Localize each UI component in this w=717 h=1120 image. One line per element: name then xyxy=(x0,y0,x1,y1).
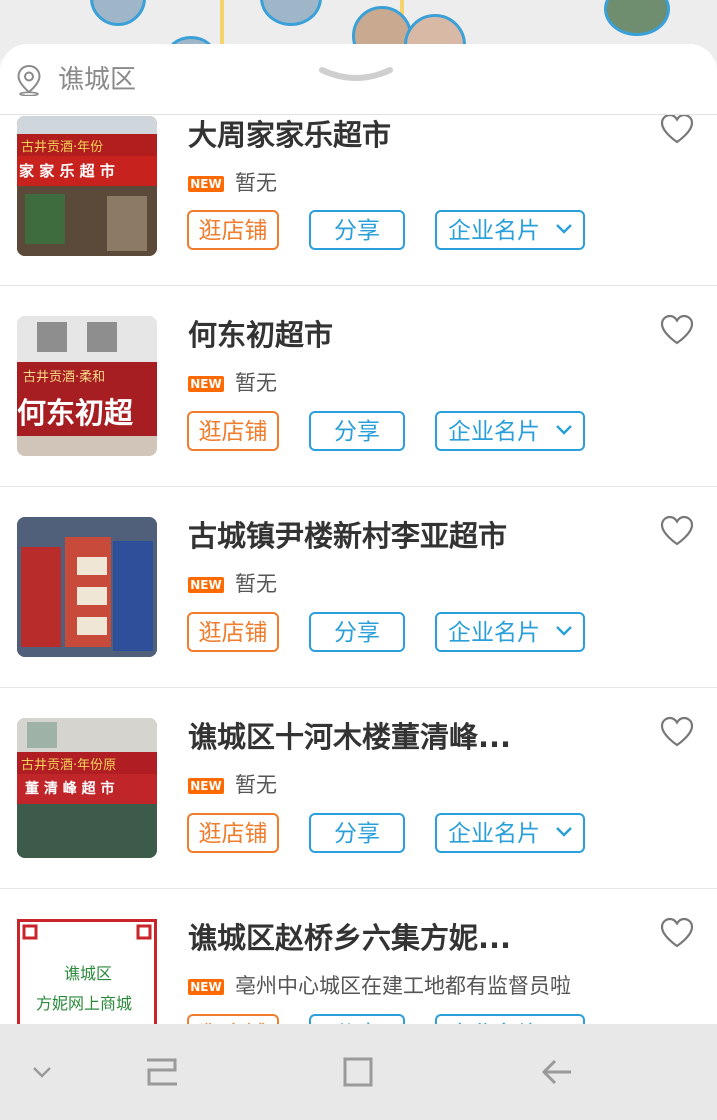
visit-shop-button[interactable]: 逛店铺 xyxy=(187,210,279,250)
store-list-sheet: 谯城区 古井贡酒·年份 家 家 乐 超 市 大周家家乐超市 NEW 暂无 逛店铺… xyxy=(0,44,717,1024)
visit-shop-label: 逛店铺 xyxy=(198,218,268,244)
chevron-down-icon xyxy=(556,827,572,837)
new-badge: NEW xyxy=(188,176,224,192)
chevron-down-icon xyxy=(556,425,572,435)
business-card-button[interactable]: 企业名片 xyxy=(435,411,585,451)
heart-outline-icon[interactable] xyxy=(659,917,695,949)
thumb-sign-top: 方妮网上商城 xyxy=(36,994,133,1013)
thumb-sign: 家 家 乐 超 市 xyxy=(19,162,115,180)
store-thumbnail: 古井贡酒·年份 家 家 乐 超 市 xyxy=(17,116,157,256)
visit-shop-button[interactable]: 逛店铺 xyxy=(187,813,279,853)
store-thumbnail xyxy=(17,517,157,657)
new-badge: NEW xyxy=(188,577,224,593)
thumb-sign-top: 古井贡酒·年份原 xyxy=(21,758,117,773)
business-card-label: 企业名片 xyxy=(448,821,540,847)
map-marker[interactable] xyxy=(604,0,670,36)
list-item[interactable]: 谯城区 方妮网上商城 谯城区赵桥乡六集方妮... NEW 亳州中心城区在建工地都… xyxy=(0,889,717,1024)
store-desc: 暂无 xyxy=(235,371,277,395)
business-card-button[interactable]: 企业名片 xyxy=(435,612,585,652)
business-card-label: 企业名片 xyxy=(448,218,540,244)
store-name[interactable]: 大周家家乐超市 xyxy=(188,117,391,153)
thumb-sign-top: 古井贡酒·年份 xyxy=(21,140,104,155)
thumb-sign: 何东初超 xyxy=(17,396,134,430)
map-marker[interactable] xyxy=(90,0,146,26)
share-label: 分享 xyxy=(334,218,380,244)
share-button[interactable]: 分享 xyxy=(309,612,405,652)
store-desc: 亳州中心城区在建工地都有监督员啦 xyxy=(235,974,571,998)
share-button[interactable]: 分享 xyxy=(309,210,405,250)
thumb-sign-top: 古井贡酒·柔和 xyxy=(23,370,106,385)
thumb-sign: 董 清 峰 超 市 xyxy=(25,781,115,797)
store-thumbnail: 古井贡酒·柔和 何东初超 xyxy=(17,316,157,456)
store-name[interactable]: 何东初超市 xyxy=(188,317,333,353)
store-name[interactable]: 谯城区十河木楼董清峰... xyxy=(188,719,511,755)
visit-shop-button[interactable]: 逛店铺 xyxy=(187,612,279,652)
share-label: 分享 xyxy=(334,620,380,646)
heart-outline-icon[interactable] xyxy=(659,113,695,145)
system-nav-bar xyxy=(0,1024,717,1120)
business-card-label: 企业名片 xyxy=(448,620,540,646)
share-button[interactable]: 分享 xyxy=(309,813,405,853)
list-item[interactable]: 古井贡酒·年份 家 家 乐 超 市 大周家家乐超市 NEW 暂无 逛店铺 分享 … xyxy=(0,85,717,286)
visit-shop-button[interactable]: 逛店铺 xyxy=(187,1014,279,1024)
store-desc: 暂无 xyxy=(235,572,277,596)
thumb-sign: 谯城区 xyxy=(64,964,113,983)
list-item[interactable]: 古井贡酒·年份原 董 清 峰 超 市 谯城区十河木楼董清峰... NEW 暂无 … xyxy=(0,688,717,889)
location-pin-icon xyxy=(17,64,41,96)
share-label: 分享 xyxy=(334,419,380,445)
store-name[interactable]: 谯城区赵桥乡六集方妮... xyxy=(188,920,511,956)
business-card-button[interactable]: 企业名片 xyxy=(435,813,585,853)
chevron-down-icon xyxy=(556,224,572,234)
sheet-header: 谯城区 xyxy=(0,44,717,115)
list-item[interactable]: 古城镇尹楼新村李亚超市 NEW 暂无 逛店铺 分享 企业名片 xyxy=(0,487,717,688)
heart-outline-icon[interactable] xyxy=(659,515,695,547)
share-button[interactable]: 分享 xyxy=(309,411,405,451)
store-thumbnail: 谯城区 方妮网上商城 xyxy=(17,919,157,1024)
heart-outline-icon[interactable] xyxy=(659,716,695,748)
visit-shop-button[interactable]: 逛店铺 xyxy=(187,411,279,451)
new-badge: NEW xyxy=(188,778,224,794)
hide-keyboard-icon[interactable] xyxy=(22,1052,62,1092)
store-desc: 暂无 xyxy=(235,171,277,195)
share-button[interactable]: 分享 xyxy=(309,1014,405,1024)
recent-apps-icon[interactable] xyxy=(141,1052,181,1092)
back-arrow-icon[interactable] xyxy=(537,1052,577,1092)
store-name[interactable]: 古城镇尹楼新村李亚超市 xyxy=(188,518,507,554)
new-badge: NEW xyxy=(188,376,224,392)
chevron-down-icon xyxy=(556,626,572,636)
business-card-button[interactable]: 企业名片 xyxy=(435,210,585,250)
store-desc: 暂无 xyxy=(235,773,277,797)
store-thumbnail: 古井贡酒·年份原 董 清 峰 超 市 xyxy=(17,718,157,858)
location-label[interactable]: 谯城区 xyxy=(58,64,136,96)
visit-shop-label: 逛店铺 xyxy=(198,620,268,646)
home-button-icon[interactable] xyxy=(338,1052,378,1092)
new-badge: NEW xyxy=(188,979,224,995)
business-card-label: 企业名片 xyxy=(448,419,540,445)
map-marker[interactable] xyxy=(260,0,322,26)
collapse-handle-icon[interactable] xyxy=(318,66,394,86)
heart-outline-icon[interactable] xyxy=(659,314,695,346)
list-item[interactable]: 古井贡酒·柔和 何东初超 何东初超市 NEW 暂无 逛店铺 分享 企业名片 xyxy=(0,286,717,487)
business-card-button[interactable]: 企业名片 xyxy=(435,1014,585,1024)
share-label: 分享 xyxy=(334,821,380,847)
visit-shop-label: 逛店铺 xyxy=(198,419,268,445)
visit-shop-label: 逛店铺 xyxy=(198,821,268,847)
